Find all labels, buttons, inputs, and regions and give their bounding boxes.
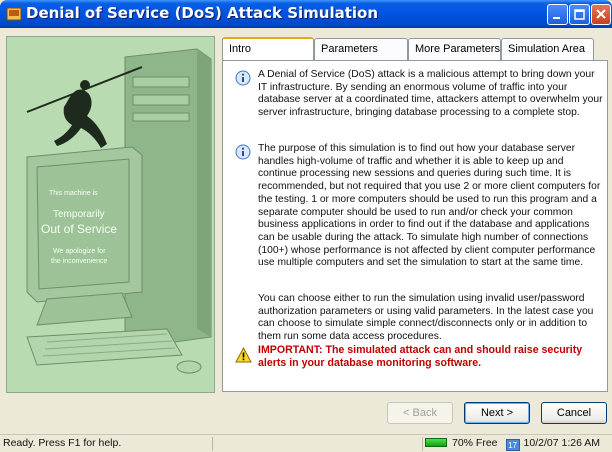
- app-icon: [6, 7, 22, 21]
- out-of-service-illustration: This machine is Temporarily Out of Servi…: [26, 48, 212, 374]
- memory-icon: [425, 438, 447, 447]
- screen-text-5: the inconvenience: [51, 258, 108, 265]
- cancel-button[interactable]: Cancel: [541, 402, 607, 424]
- close-button[interactable]: [591, 4, 611, 25]
- tab-parameters[interactable]: Parameters: [314, 38, 408, 60]
- tab-simulation-area[interactable]: Simulation Area: [501, 38, 594, 60]
- title-bar[interactable]: Denial of Service (DoS) Attack Simulatio…: [0, 0, 612, 28]
- intro-paragraph-1: A Denial of Service (DoS) attack is a ma…: [235, 69, 603, 120]
- warning-icon: [235, 347, 252, 363]
- important-notice: IMPORTANT: The simulated attack can and …: [235, 344, 603, 370]
- status-bar: Ready. Press F1 for help. 70% Free 17 10/2…: [0, 434, 612, 451]
- status-message: Ready. Press F1 for help.: [3, 437, 122, 449]
- intro-panel: A Denial of Service (DoS) attack is a ma…: [222, 60, 608, 392]
- screen-text-3: Out of Service: [41, 222, 117, 236]
- status-pane-empty: [212, 437, 412, 451]
- screen-text-1: This machine is: [49, 190, 98, 197]
- important-text: IMPORTANT: The simulated attack can and …: [258, 344, 583, 369]
- status-datetime: 10/2/07 1:26 AM: [523, 437, 601, 449]
- intro-paragraph-3: You can choose either to run the simulat…: [235, 293, 603, 344]
- maximize-button[interactable]: [569, 4, 590, 25]
- screen-text-4: We apologize for: [53, 248, 106, 255]
- intro-text-3: You can choose either to run the simulat…: [258, 293, 594, 343]
- tab-intro[interactable]: Intro: [222, 37, 314, 60]
- maximize-icon: [574, 9, 585, 20]
- window-title: Denial of Service (DoS) Attack Simulatio…: [26, 4, 379, 22]
- status-memory-pane: 70% Free 17 10/2/07 1:26 AM: [422, 437, 600, 451]
- close-icon: [596, 9, 606, 19]
- info-icon: [235, 70, 251, 86]
- intro-paragraph-2: The purpose of this simulation is to fin…: [235, 143, 603, 270]
- main-window: Denial of Service (DoS) Attack Simulatio…: [0, 0, 612, 451]
- minimize-icon: [553, 17, 560, 19]
- next-button[interactable]: Next >: [464, 402, 530, 424]
- illustration-panel: This machine is Temporarily Out of Servi…: [6, 36, 215, 393]
- back-button[interactable]: < Back: [387, 402, 453, 424]
- intro-text-1: A Denial of Service (DoS) attack is a ma…: [258, 69, 603, 119]
- screen-text-2: Temporarily: [53, 209, 105, 220]
- intro-text-2: The purpose of this simulation is to fin…: [258, 143, 601, 269]
- calendar-icon: 17: [505, 439, 520, 451]
- memory-free-text: 70% Free: [452, 437, 498, 449]
- info-icon: [235, 144, 251, 160]
- tab-more-parameters[interactable]: More Parameters: [408, 38, 501, 60]
- minimize-button[interactable]: [547, 4, 568, 25]
